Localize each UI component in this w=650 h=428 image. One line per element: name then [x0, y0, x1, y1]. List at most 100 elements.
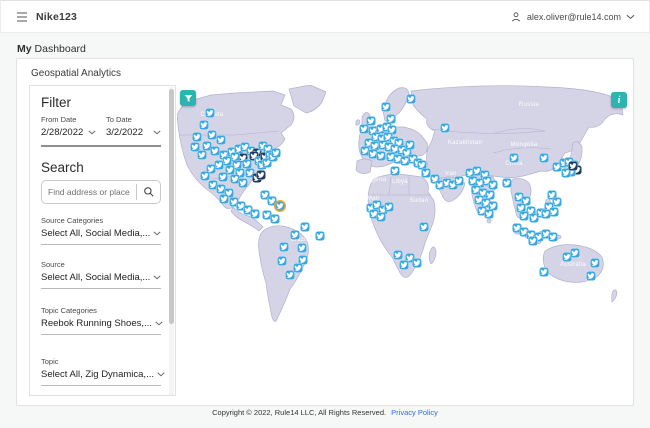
tweet-marker[interactable]: [484, 209, 494, 219]
tweet-marker[interactable]: [192, 132, 202, 142]
filter-funnel-icon: [184, 94, 192, 102]
tweet-marker[interactable]: [399, 260, 409, 270]
map-info-button[interactable]: i: [611, 92, 627, 108]
tweet-marker[interactable]: [376, 151, 386, 161]
tweet-marker[interactable]: [548, 232, 558, 242]
tweet-marker[interactable]: [207, 130, 217, 140]
tweet-marker[interactable]: [359, 124, 369, 134]
tweet-marker[interactable]: [210, 146, 220, 156]
tweet-marker[interactable]: [454, 176, 464, 186]
tweet-marker[interactable]: [222, 156, 232, 166]
widget-title: Geospatial Analytics: [31, 68, 122, 79]
tweet-marker[interactable]: [412, 258, 422, 268]
tweet-marker[interactable]: [277, 256, 287, 266]
tweet-marker[interactable]: [421, 168, 431, 178]
twitter-bird-icon: [504, 180, 511, 187]
twitter-bird-icon: [264, 212, 271, 219]
tweet-marker[interactable]: [568, 161, 578, 171]
tweet-marker[interactable]: [590, 258, 600, 268]
tweet-marker[interactable]: [440, 123, 450, 133]
tweet-marker[interactable]: [419, 222, 429, 232]
user-icon: [511, 11, 521, 21]
twitter-bird-icon: [317, 233, 324, 240]
tweet-marker[interactable]: [393, 250, 403, 260]
search-button[interactable]: [137, 181, 160, 203]
tweet-marker[interactable]: [405, 140, 415, 150]
date-range-row: From Date 2/28/2022 To Date 3/2/2022: [41, 115, 161, 147]
tweet-marker[interactable]: [549, 207, 559, 217]
twitter-bird-icon: [408, 96, 415, 103]
tweet-marker[interactable]: [570, 248, 580, 258]
source-categories-select[interactable]: Source Categories Select All, Social Med…: [41, 216, 161, 245]
tweet-marker[interactable]: [205, 108, 215, 118]
tweet-marker[interactable]: [219, 194, 229, 204]
tweet-marker[interactable]: [509, 153, 519, 163]
chevron-down-icon: [153, 231, 161, 236]
chevron-down-icon: [155, 321, 163, 326]
twitter-bird-icon: [442, 125, 449, 132]
twitter-bird-icon: [490, 203, 497, 210]
topic-select[interactable]: Topic Select All, Zig Dynamica,...: [41, 357, 165, 386]
tweet-marker[interactable]: [366, 116, 376, 126]
tweet-marker[interactable]: [285, 270, 295, 280]
twitter-bird-icon: [368, 118, 375, 125]
twitter-bird-icon: [414, 260, 421, 267]
twitter-bird-icon: [240, 180, 247, 187]
tweet-marker[interactable]: [218, 172, 228, 182]
tweet-marker[interactable]: [256, 170, 266, 180]
twitter-bird-icon: [572, 250, 579, 257]
tweet-marker[interactable]: [250, 209, 260, 219]
privacy-policy-link[interactable]: Privacy Policy: [391, 408, 438, 417]
topic-categories-label: Topic Categories: [41, 306, 97, 315]
to-date-select[interactable]: To Date 3/2/2022: [106, 115, 161, 138]
user-menu[interactable]: alex.oliver@rule14.com: [510, 11, 635, 23]
twitter-bird-icon: [378, 153, 385, 160]
tweet-marker[interactable]: [199, 120, 209, 130]
tweet-marker[interactable]: [242, 159, 252, 169]
tweet-marker[interactable]: [541, 209, 551, 219]
breadcrumb-rest: Dashboard: [34, 43, 86, 55]
map-filter-button[interactable]: [180, 90, 196, 106]
twitter-bird-icon: [362, 148, 369, 155]
menu-icon[interactable]: [15, 10, 29, 24]
tweet-marker[interactable]: [381, 102, 391, 112]
tweet-marker[interactable]: [376, 212, 386, 222]
to-date-label: To Date: [106, 115, 132, 124]
scrollbar-thumb[interactable]: [169, 89, 174, 324]
tweet-marker[interactable]: [539, 153, 549, 163]
tweet-marker[interactable]: [315, 231, 325, 241]
tweet-marker[interactable]: [519, 211, 529, 221]
tweet-marker[interactable]: [271, 148, 281, 158]
tweet-marker[interactable]: [290, 230, 300, 240]
tweet-marker[interactable]: [197, 150, 207, 160]
world-map[interactable]: [177, 85, 627, 398]
twitter-bird-icon: [541, 155, 548, 162]
tweet-marker[interactable]: [390, 166, 400, 176]
tweet-marker[interactable]: [488, 180, 498, 190]
tweet-marker[interactable]: [275, 201, 285, 211]
search-input[interactable]: [42, 181, 136, 203]
tweet-marker[interactable]: [586, 271, 596, 281]
tweet-marker[interactable]: [279, 242, 289, 252]
tweet-marker[interactable]: [384, 202, 394, 212]
user-email: alex.oliver@rule14.com: [526, 11, 621, 22]
source-select[interactable]: Source Select All, Social Media,...: [41, 260, 161, 289]
tweet-marker[interactable]: [297, 243, 307, 253]
twitter-bird-icon: [209, 132, 216, 139]
from-date-select[interactable]: From Date 2/28/2022: [41, 115, 96, 138]
map-area[interactable]: CanadaRussiaKazakhstanMongoliaChinaIranL…: [177, 85, 627, 398]
tweet-marker[interactable]: [293, 263, 303, 273]
tweet-marker[interactable]: [539, 267, 549, 277]
tweet-marker[interactable]: [214, 160, 224, 170]
scrollbar-track[interactable]: [169, 87, 174, 395]
tweet-marker[interactable]: [502, 178, 512, 188]
topic-categories-select[interactable]: Topic Categories Reebok Running Shoes,..…: [41, 306, 163, 335]
tweet-marker[interactable]: [270, 214, 280, 224]
tweet-marker[interactable]: [528, 236, 538, 246]
tweet-marker[interactable]: [216, 135, 226, 145]
tweet-marker[interactable]: [238, 178, 248, 188]
tweet-marker[interactable]: [406, 94, 416, 104]
tweet-marker[interactable]: [200, 171, 210, 181]
tweet-marker[interactable]: [552, 197, 562, 207]
tweet-marker[interactable]: [300, 222, 310, 232]
